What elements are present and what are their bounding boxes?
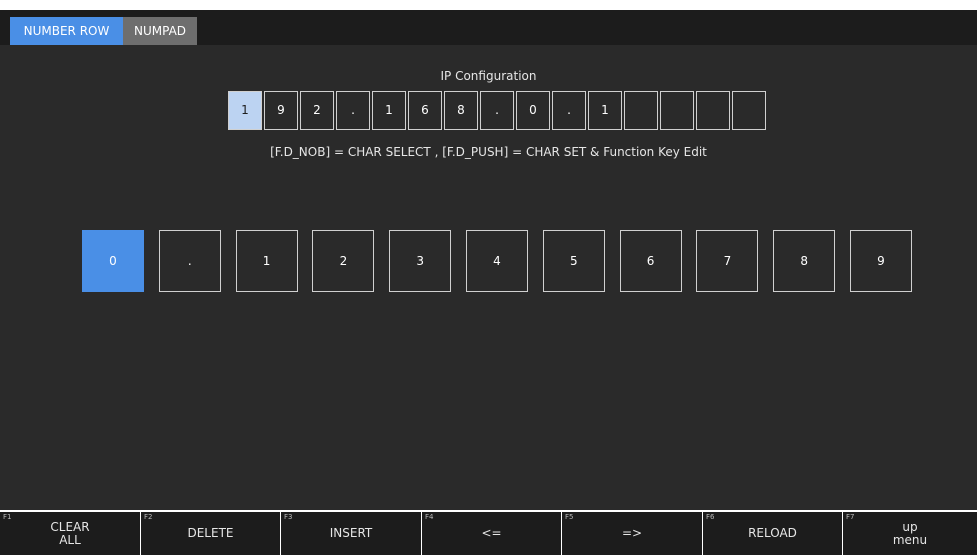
tab-numpad[interactable]: NUMPAD xyxy=(123,17,197,45)
ip-char-cell[interactable]: . xyxy=(552,91,586,130)
char-key-4[interactable]: 4 xyxy=(466,230,528,292)
ip-char-cell[interactable]: 9 xyxy=(264,91,298,130)
char-key-3[interactable]: 3 xyxy=(389,230,452,292)
char-key-9[interactable]: 9 xyxy=(850,230,912,292)
f6-reload-button[interactable]: F6 RELOAD xyxy=(703,512,842,555)
f7-up-menu-button[interactable]: F7 up menu xyxy=(843,512,977,555)
char-key-8[interactable]: 8 xyxy=(773,230,836,292)
function-key-label: => xyxy=(621,526,643,540)
f3-insert-button[interactable]: F3 INSERT xyxy=(281,512,421,555)
tab-bar: NUMBER ROW NUMPAD xyxy=(0,10,977,45)
function-key-label: DELETE xyxy=(187,526,234,540)
char-key-2[interactable]: 2 xyxy=(312,230,375,292)
function-key-label: CLEAR ALL xyxy=(50,519,90,547)
ip-char-cell[interactable] xyxy=(624,91,658,130)
f2-delete-button[interactable]: F2 DELETE xyxy=(141,512,280,555)
ip-char-cell[interactable] xyxy=(660,91,694,130)
char-key-7[interactable]: 7 xyxy=(696,230,759,292)
f4-cursor-left-button[interactable]: F4 <= xyxy=(422,512,561,555)
function-key-label: INSERT xyxy=(329,526,373,540)
ip-char-cell[interactable]: 8 xyxy=(444,91,478,130)
function-key-label: up menu xyxy=(892,519,928,547)
ip-char-cell[interactable] xyxy=(732,91,766,130)
ip-char-cell[interactable]: 1 xyxy=(372,91,406,130)
ip-char-cell[interactable]: 0 xyxy=(516,91,550,130)
f1-clear-all-button[interactable]: F1 CLEAR ALL xyxy=(0,512,140,555)
char-key-6[interactable]: 6 xyxy=(619,230,682,292)
char-key-0[interactable]: 0 xyxy=(82,230,144,292)
char-key-1[interactable]: 1 xyxy=(235,230,298,292)
ip-char-cell[interactable]: 1 xyxy=(228,91,262,130)
function-key-bar: F1 CLEAR ALL F2 DELETE F3 INSERT F4 <= F… xyxy=(0,510,977,555)
char-key-5[interactable]: 5 xyxy=(542,230,605,292)
tab-number-row[interactable]: NUMBER ROW xyxy=(10,17,123,45)
ip-char-cell[interactable]: 1 xyxy=(588,91,622,130)
f5-cursor-right-button[interactable]: F5 => xyxy=(562,512,702,555)
hint-text: [F.D_NOB] = CHAR SELECT , [F.D_PUSH] = C… xyxy=(270,145,707,159)
ip-char-cell[interactable]: . xyxy=(480,91,514,130)
ip-char-cell[interactable]: 6 xyxy=(408,91,442,130)
function-key-label: RELOAD xyxy=(748,526,797,540)
function-key-label: <= xyxy=(481,526,502,540)
char-key-dot[interactable]: . xyxy=(158,230,221,292)
screen: NUMBER ROW NUMPAD IP Configuration 1 9 2… xyxy=(0,0,977,555)
top-strip xyxy=(0,0,977,10)
ip-char-cell[interactable]: . xyxy=(336,91,370,130)
ip-configuration-title: IP Configuration xyxy=(440,69,537,83)
ip-char-cell[interactable]: 2 xyxy=(300,91,334,130)
ip-char-cell[interactable] xyxy=(696,91,730,130)
